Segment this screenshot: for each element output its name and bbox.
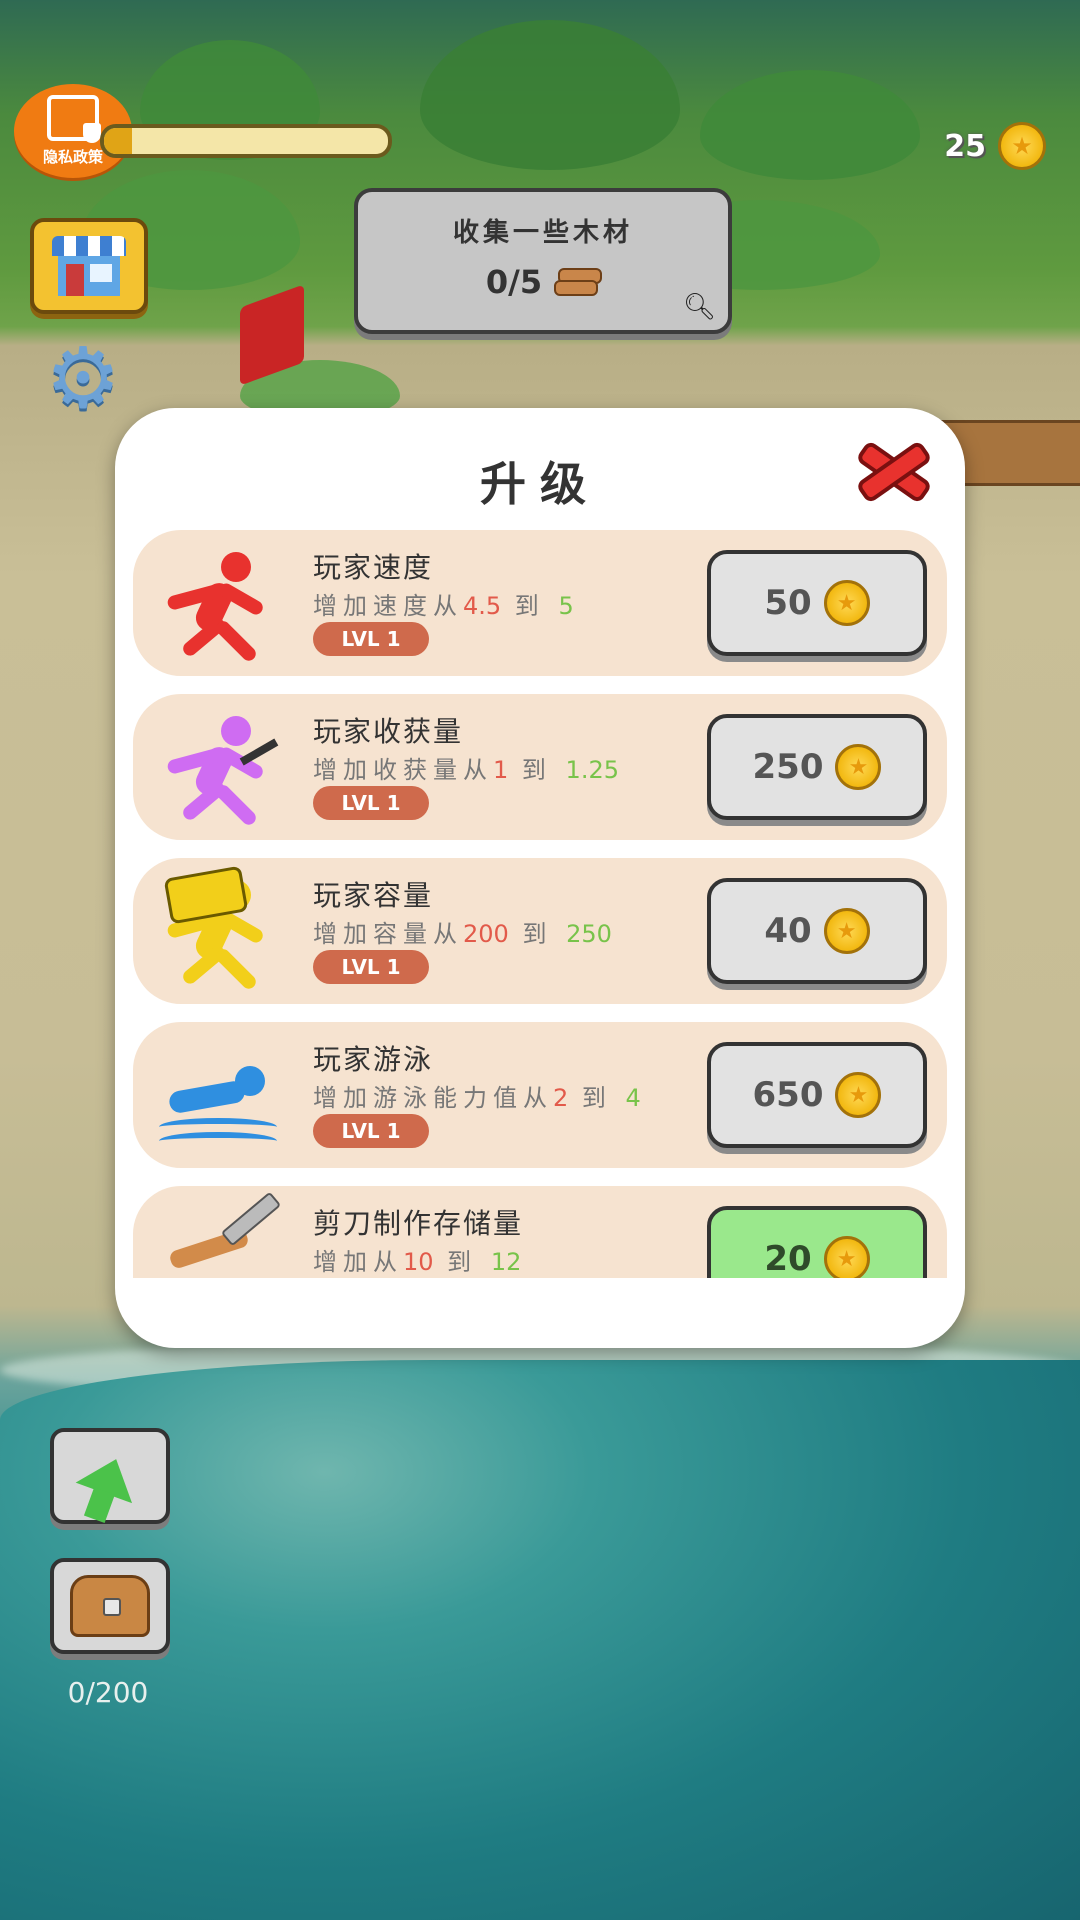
- coin-count: 25: [944, 128, 986, 164]
- foliage: [700, 70, 920, 180]
- level-badge: LVL 1: [313, 786, 429, 820]
- upgrade-name: 剪刀制作存储量: [313, 1207, 524, 1240]
- wood-log-icon: [554, 268, 603, 296]
- buy-upgrade-button[interactable]: 650: [707, 1042, 927, 1148]
- buy-upgrade-button[interactable]: 50: [707, 550, 927, 656]
- upgrade-description: 增加容量从200 到 250: [313, 914, 612, 949]
- desc-prefix: 增加收获量从: [313, 756, 493, 784]
- quest-count-row: 0/5: [358, 263, 728, 301]
- upgrade-description: 增加游泳能力值从2 到 4: [313, 1078, 641, 1113]
- desc-to-value: 5: [558, 592, 574, 620]
- mining-figure-icon: [159, 708, 279, 828]
- desc-to-value: 250: [566, 920, 612, 948]
- swimming-figure-icon: [159, 1036, 277, 1154]
- upgrade-price: 20: [764, 1239, 812, 1278]
- bag-count: 0/200: [67, 1676, 149, 1709]
- privacy-policy-label: 隐私政策: [42, 148, 103, 166]
- green-up-arrow-icon: [75, 1448, 145, 1504]
- modal-title: 升级: [480, 457, 600, 511]
- desc-prefix: 增加游泳能力值从: [313, 1084, 553, 1112]
- upgrade-price: 650: [752, 1075, 824, 1115]
- desc-joiner: 到: [568, 1084, 626, 1112]
- upgrade-name: 玩家速度: [313, 551, 434, 584]
- quest-panel[interactable]: 收集一些木材 0/5 🔍︎: [354, 188, 732, 334]
- bag-button[interactable]: [50, 1558, 170, 1654]
- coin-icon: [835, 1072, 882, 1118]
- upgrade-price: 40: [764, 911, 812, 951]
- desc-joiner: 到: [508, 756, 566, 784]
- magnifier-icon: 🔍︎: [682, 292, 716, 322]
- close-icon[interactable]: [853, 436, 925, 498]
- privacy-shield-icon: [47, 95, 101, 143]
- quest-progress-text: 0/5: [485, 263, 543, 301]
- coin-icon: [835, 744, 882, 790]
- upgrade-card: 玩家容量 增加容量从200 到 250 LVL 1 40: [133, 858, 947, 1004]
- desc-joiner: 到: [508, 920, 567, 948]
- upgrade-card: 玩家速度 增加速度从4.5 到 5 LVL 1 50: [133, 530, 947, 676]
- shop-button[interactable]: [30, 218, 148, 314]
- settings-gear-icon[interactable]: ⚙: [44, 336, 122, 420]
- bag-icon: [70, 1575, 150, 1637]
- upgrade-description: 增加收获量从1 到 1.25: [313, 750, 619, 785]
- coin-icon: [823, 580, 870, 626]
- quest-progress-fill: [104, 128, 133, 154]
- upgrade-name: 玩家游泳: [313, 1043, 434, 1076]
- desc-prefix: 增加速度从: [313, 592, 463, 620]
- upgrade-description: 增加从10 到 12: [313, 1242, 521, 1277]
- running-figure-icon: [159, 544, 277, 664]
- upgrade-card: 玩家游泳 增加游泳能力值从2 到 4 LVL 1 650: [133, 1022, 947, 1168]
- upgrade-price: 250: [752, 747, 824, 787]
- upgrade-list[interactable]: 玩家速度增加速度从4.5 到 5LVL 150玩家收获量增加收获量从1 到 1.…: [133, 530, 947, 1278]
- level-badge: LVL 1: [313, 622, 429, 656]
- buy-upgrade-button[interactable]: 20: [707, 1206, 927, 1278]
- shop-icon: [52, 236, 126, 296]
- shears-icon: [159, 1191, 282, 1278]
- upgrade-name: 玩家收获量: [313, 715, 464, 748]
- upgrade-name: 玩家容量: [313, 879, 434, 912]
- desc-to-value: 12: [490, 1248, 522, 1276]
- buy-upgrade-button[interactable]: 40: [707, 878, 927, 984]
- coin-icon: [823, 1236, 870, 1278]
- desc-from-value: 200: [463, 920, 509, 948]
- upgrade-price: 50: [764, 583, 812, 623]
- foliage: [420, 20, 680, 170]
- upgrade-description: 增加速度从4.5 到 5: [313, 586, 574, 621]
- upgrade-modal: 升级 玩家速度增加速度从4.5 到 5LVL 150玩家收获量增加收获量从1 到…: [115, 408, 965, 1348]
- desc-joiner: 到: [501, 592, 559, 620]
- desc-from-value: 1: [493, 756, 509, 784]
- upgrade-card: 剪刀制作存储量 增加从10 到 12 20: [133, 1186, 947, 1278]
- coin-icon: [823, 908, 870, 954]
- coin-counter: 25: [944, 122, 1046, 170]
- desc-from-value: 10: [403, 1248, 434, 1276]
- upgrade-card: 玩家收获量 增加收获量从1 到 1.25 LVL 1 250: [133, 694, 947, 840]
- desc-prefix: 增加从: [313, 1248, 403, 1276]
- desc-to-value: 1.25: [565, 756, 619, 784]
- desc-joiner: 到: [433, 1248, 491, 1276]
- quest-progress-bar: [100, 124, 392, 158]
- desc-prefix: 增加容量从: [313, 920, 463, 948]
- coin-icon: [998, 122, 1046, 170]
- level-badge: LVL 1: [313, 950, 429, 984]
- desc-from-value: 4.5: [463, 592, 502, 620]
- buy-upgrade-button[interactable]: 250: [707, 714, 927, 820]
- upgrade-button[interactable]: [50, 1428, 170, 1524]
- level-badge: LVL 1: [313, 1114, 429, 1148]
- carrying-figure-icon: [159, 865, 277, 992]
- desc-from-value: 2: [553, 1084, 569, 1112]
- quest-title: 收集一些木材: [452, 218, 633, 248]
- desc-to-value: 4: [625, 1084, 641, 1112]
